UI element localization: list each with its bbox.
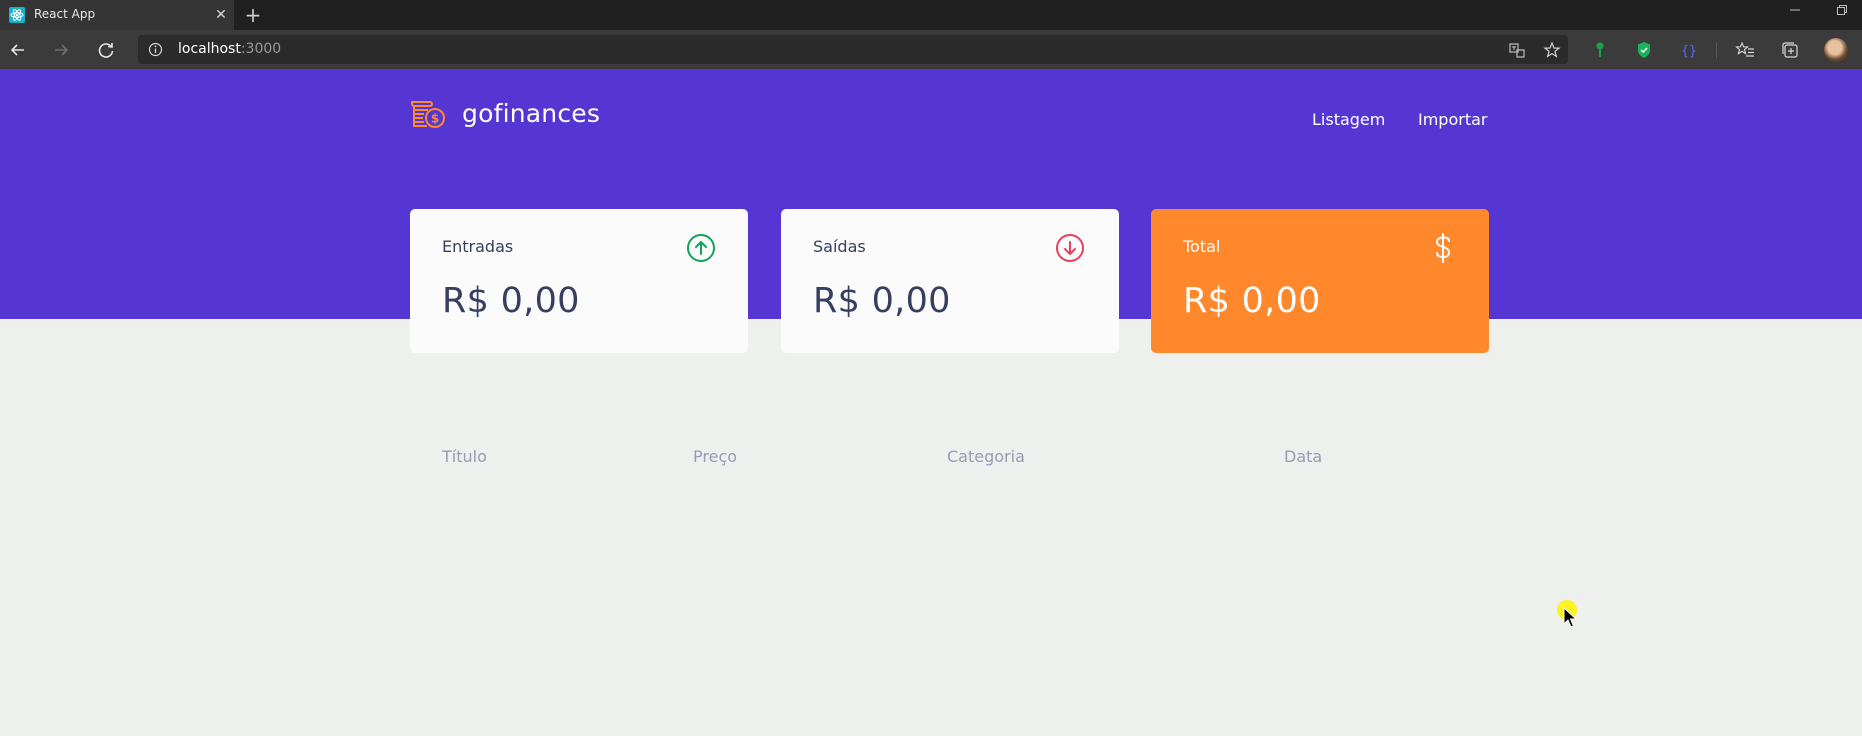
favorite-star-icon[interactable] [1543,41,1561,59]
url-host: localhost [178,41,241,57]
app-page: $ gofinances Listagem Importar Entradas … [0,69,1862,736]
browser-toolbar: localhost:3000 {} [0,30,1862,69]
browser-tab[interactable]: React App ✕ [0,0,234,30]
outcome-card: Saídas R$ 0,00 [781,209,1119,353]
forward-icon[interactable] [50,39,72,61]
url-text[interactable]: localhost:3000 [178,41,281,57]
reload-icon[interactable] [95,39,117,61]
extension-key-icon[interactable] [1590,40,1610,60]
income-card-title: Entradas [442,237,514,256]
tab-title: React App [34,7,96,21]
nav-link-importar[interactable]: Importar [1418,110,1487,129]
profile-avatar[interactable] [1824,38,1848,62]
collections-icon[interactable] [1780,40,1800,60]
outcome-card-value: R$ 0,00 [813,281,951,321]
browser-tab-bar: React App ✕ + [0,0,1862,30]
income-card-value: R$ 0,00 [442,281,580,321]
outcome-card-title: Saídas [813,237,866,256]
info-icon[interactable] [148,42,163,57]
back-icon[interactable] [7,39,29,61]
new-tab-button[interactable]: + [243,5,263,25]
dollar-sign-icon [1435,233,1451,263]
extension-shield-icon[interactable] [1634,40,1654,60]
table-header-data: Data [1284,447,1323,466]
svg-text:$: $ [431,112,439,126]
favorites-icon[interactable] [1735,40,1755,60]
mouse-cursor-icon [1563,607,1577,628]
extension-braces-icon[interactable]: {} [1679,40,1699,60]
translate-icon[interactable] [1508,41,1526,59]
minimize-icon[interactable] [1788,3,1802,17]
arrow-up-circle-icon [687,234,715,262]
url-port: :3000 [240,41,282,57]
income-card: Entradas R$ 0,00 [410,209,748,353]
table-header-categoria: Categoria [947,447,1025,466]
svg-text:{}: {} [1681,44,1697,59]
nav-link-listagem[interactable]: Listagem [1312,110,1385,129]
brand-name: gofinances [462,99,601,128]
tab-close-icon[interactable]: ✕ [212,6,230,24]
table-header-titulo: Título [442,447,487,466]
table-header-preco: Preço [693,447,738,466]
restore-icon[interactable] [1835,3,1849,17]
total-card-title: Total [1183,237,1221,256]
arrow-down-circle-icon [1056,234,1084,262]
coins-dollar-icon: $ [411,101,445,128]
total-card: Total R$ 0,00 [1151,209,1489,353]
address-bar[interactable]: localhost:3000 [138,35,1568,64]
react-icon [9,7,25,23]
total-card-value: R$ 0,00 [1183,281,1321,321]
toolbar-separator [1716,42,1717,58]
